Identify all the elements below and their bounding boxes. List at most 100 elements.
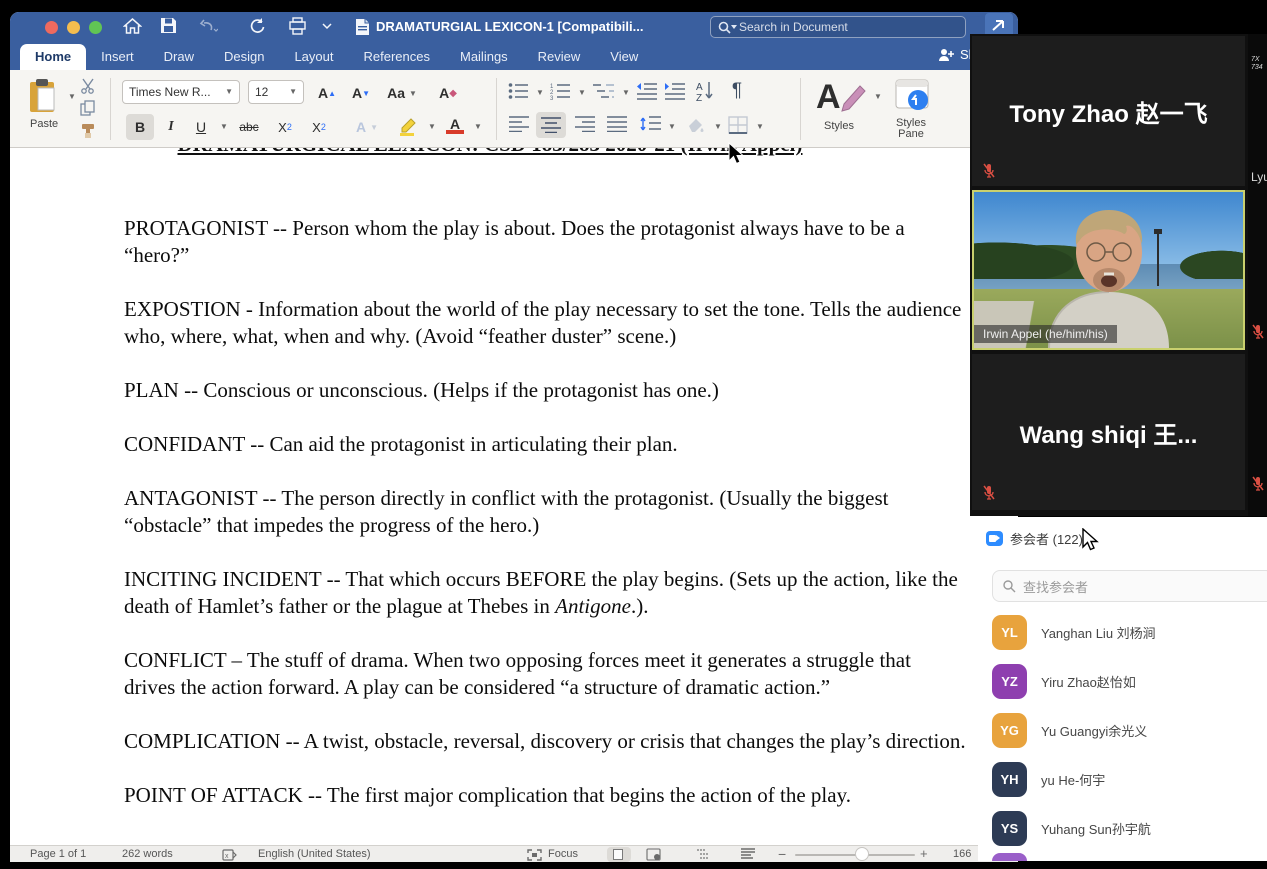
undo-icon[interactable] (198, 17, 218, 34)
multilevel-list-caret[interactable]: ▼ (622, 88, 630, 97)
video-tile-wang[interactable]: Wang shiqi 王... (972, 354, 1245, 510)
decrease-indent-button[interactable] (636, 82, 658, 100)
italic-button[interactable]: I (158, 114, 184, 140)
draft-view-button[interactable] (740, 848, 756, 861)
styles-caret[interactable]: ▼ (874, 92, 882, 101)
highlight-button[interactable] (398, 116, 420, 136)
mouse-cursor-document (728, 142, 745, 165)
increase-indent-button[interactable] (664, 82, 686, 100)
underline-button[interactable]: U (188, 114, 214, 140)
video-tile-irwin[interactable]: Irwin Appel (he/him/his) (972, 190, 1245, 350)
zoom-percent[interactable]: 166 (953, 848, 971, 860)
shrink-font-button[interactable]: A ▼ (346, 80, 376, 106)
bullet-list-caret[interactable]: ▼ (536, 88, 544, 97)
participant-search-input[interactable]: 查找参会者 (992, 570, 1267, 602)
participant-row[interactable]: YG Yu Guangyi余光义 (992, 712, 1262, 748)
ribbon-tab-design[interactable]: Design (209, 44, 279, 70)
participant-row[interactable]: YS Yuhang Sun孙宇航 (992, 810, 1262, 846)
ribbon-tab-layout[interactable]: Layout (279, 44, 348, 70)
spellcheck-icon[interactable]: x (222, 849, 237, 861)
web-layout-view-button[interactable] (646, 848, 661, 861)
line-spacing-button[interactable] (640, 114, 662, 134)
strikethrough-button[interactable]: abc (232, 114, 266, 140)
ribbon-tab-mailings[interactable]: Mailings (445, 44, 523, 70)
zoom-in-button[interactable]: + (920, 846, 928, 861)
change-case-button[interactable]: Aa ▼ (382, 80, 422, 106)
shading-button[interactable] (686, 116, 706, 134)
paste-icon[interactable] (26, 78, 60, 114)
highlight-dropdown-caret[interactable]: ▼ (428, 122, 436, 131)
font-color-button[interactable]: A (442, 112, 468, 138)
font-color-dropdown-caret[interactable]: ▼ (474, 122, 482, 131)
styles-button[interactable]: A (816, 78, 868, 116)
participant-row[interactable]: YZ Yiru Zhao赵怡如 (992, 663, 1262, 699)
ribbon-tab-bar: Home Insert Draw Design Layout References Mail… (10, 42, 1018, 70)
word-count[interactable]: 262 words (122, 848, 173, 860)
paste-label[interactable]: Paste (30, 118, 58, 130)
participants-header[interactable]: 参会者 (122) (986, 529, 1083, 548)
underline-dropdown-caret[interactable]: ▼ (220, 122, 228, 131)
ribbon-tab-home[interactable]: Home (20, 44, 87, 70)
cut-icon[interactable] (80, 78, 96, 94)
format-painter-icon[interactable] (80, 122, 97, 139)
video-tile-tony[interactable]: Tony Zhao 赵一飞 (972, 36, 1245, 186)
numbered-list-button[interactable]: 123 (550, 82, 572, 100)
redo-icon[interactable] (248, 17, 266, 35)
toolbar-options-chevron-icon[interactable] (322, 23, 332, 30)
outline-view-button[interactable] (696, 848, 712, 861)
ribbon-tab-insert[interactable]: Insert (86, 44, 149, 70)
ribbon-tab-view[interactable]: View (595, 44, 653, 70)
show-paragraph-marks-button[interactable]: ¶ (722, 78, 752, 104)
participant-name: Yuhang Sun孙宇航 (1041, 821, 1151, 837)
subscript-button[interactable]: X2 (270, 114, 300, 140)
shading-caret[interactable]: ▼ (714, 122, 722, 131)
borders-button[interactable] (728, 116, 748, 134)
focus-toggle[interactable]: Focus (548, 848, 578, 860)
minimize-window-button[interactable] (67, 21, 80, 34)
sort-button[interactable]: AZ (696, 80, 714, 102)
search-in-document-input[interactable]: Search in Document (710, 16, 966, 38)
print-layout-view-button[interactable] (607, 847, 631, 862)
language-indicator[interactable]: English (United States) (258, 848, 371, 860)
bold-button[interactable]: B (126, 114, 154, 140)
zoom-out-button[interactable]: − (778, 846, 786, 862)
ribbon-tab-draw[interactable]: Draw (149, 44, 209, 70)
borders-caret[interactable]: ▼ (756, 122, 764, 131)
bullet-list-button[interactable] (508, 82, 530, 100)
styles-label[interactable]: Styles (824, 120, 854, 132)
save-icon[interactable] (160, 17, 177, 34)
close-window-button[interactable] (45, 21, 58, 34)
svg-text:A: A (816, 78, 841, 116)
zoom-slider-knob[interactable] (855, 847, 869, 861)
grow-font-button[interactable]: A ▲ (312, 80, 342, 106)
clear-formatting-button[interactable]: A ◆ (430, 80, 466, 106)
home-icon[interactable] (123, 17, 142, 35)
numbered-list-caret[interactable]: ▼ (578, 88, 586, 97)
print-icon[interactable] (288, 17, 307, 35)
ribbon-tab-references[interactable]: References (349, 44, 445, 70)
page-indicator[interactable]: Page 1 of 1 (30, 848, 86, 860)
font-name-combo[interactable]: Times New R... ▼ (122, 80, 240, 104)
text-effects-button[interactable]: A ▼ (352, 114, 382, 140)
font-size-combo[interactable]: 12 ▼ (248, 80, 304, 104)
mic-muted-icon (983, 163, 995, 178)
multilevel-list-button[interactable] (592, 82, 616, 100)
paste-dropdown-caret[interactable]: ▼ (68, 92, 76, 101)
justify-button[interactable] (606, 116, 628, 132)
superscript-button[interactable]: X2 (304, 114, 334, 140)
styles-pane-button[interactable] (892, 78, 932, 114)
participant-row[interactable]: YL Yanghan Liu 刘杨涧 (992, 614, 1262, 650)
avatar: YS (992, 810, 1027, 846)
ribbon-tab-review[interactable]: Review (523, 44, 596, 70)
styles-pane-label[interactable]: Styles Pane (896, 118, 926, 140)
document-icon (356, 19, 369, 35)
line-spacing-caret[interactable]: ▼ (668, 122, 676, 131)
align-right-button[interactable] (574, 116, 596, 132)
document-page[interactable]: DRAMATURGICAL LEXICON: CSD 183/283 2020-… (10, 148, 1018, 862)
participant-row[interactable]: YH yu He-何宇 (992, 761, 1262, 797)
align-left-button[interactable] (508, 116, 530, 132)
copy-icon[interactable] (80, 100, 96, 116)
participants-count-label: 参会者 (122) (1010, 532, 1083, 547)
zoom-window-button[interactable] (89, 21, 102, 34)
align-center-button[interactable] (536, 112, 566, 138)
